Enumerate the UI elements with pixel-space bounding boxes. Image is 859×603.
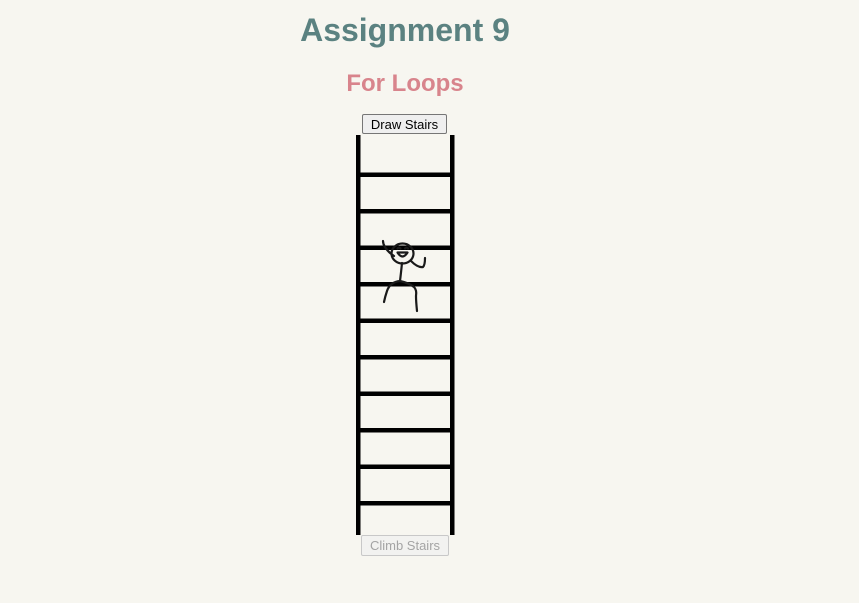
stick-figure-body [398, 261, 404, 283]
ladder-rung [358, 464, 453, 469]
climb-stairs-button[interactable]: Climb Stairs [361, 535, 449, 556]
page-title: Assignment 9 [300, 12, 510, 48]
stick-figure-icon [381, 239, 427, 313]
ladder [356, 135, 455, 535]
ladder-right-rail [450, 135, 455, 535]
ladder-rung [358, 428, 453, 433]
stick-figure-mouth [396, 251, 409, 258]
page: Assignment 9 For Loops Draw Stairs Climb… [0, 0, 859, 603]
draw-stairs-button[interactable]: Draw Stairs [362, 114, 447, 134]
ladder-rung [358, 172, 453, 177]
ladder-canvas [356, 135, 455, 535]
ladder-rung [358, 318, 453, 323]
ladder-rung [358, 355, 453, 360]
ladder-rung [358, 501, 453, 506]
ladder-rung [358, 209, 453, 214]
ladder-left-rail [356, 135, 361, 535]
stick-figure-right-arm [409, 256, 427, 269]
ladder-rung [358, 391, 453, 396]
page-subtitle: For Loops [346, 70, 464, 97]
